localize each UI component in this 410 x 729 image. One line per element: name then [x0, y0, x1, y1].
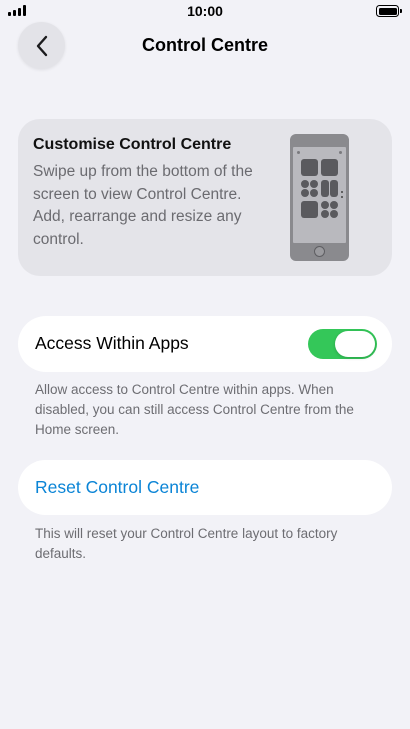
page-title: Control Centre: [142, 35, 268, 55]
access-within-apps-row[interactable]: Access Within Apps: [18, 316, 392, 372]
info-card-title: Customise Control Centre: [33, 136, 232, 153]
reset-control-centre-label: Reset Control Centre: [35, 477, 200, 497]
info-card-description: Swipe up from the bottom of the screen t…: [33, 163, 253, 248]
control-centre-settings-screen: 10:00 Control Centre Customise Control C…: [0, 0, 410, 729]
toggle-knob: [335, 331, 375, 357]
customise-info-card: Customise Control Centre Swipe up from t…: [18, 119, 392, 276]
access-within-apps-label: Access Within Apps: [35, 333, 189, 353]
phone-control-centre-icon: [290, 134, 349, 261]
reset-footnote: This will reset your Control Centre layo…: [35, 526, 338, 561]
access-within-apps-footnote: Allow access to Control Centre within ap…: [35, 382, 354, 437]
battery-icon: [376, 5, 402, 17]
reset-control-centre-button[interactable]: Reset Control Centre: [18, 460, 392, 515]
status-time: 10:00: [187, 3, 223, 19]
access-within-apps-toggle[interactable]: [308, 329, 377, 359]
status-bar: 10:00: [0, 0, 410, 22]
